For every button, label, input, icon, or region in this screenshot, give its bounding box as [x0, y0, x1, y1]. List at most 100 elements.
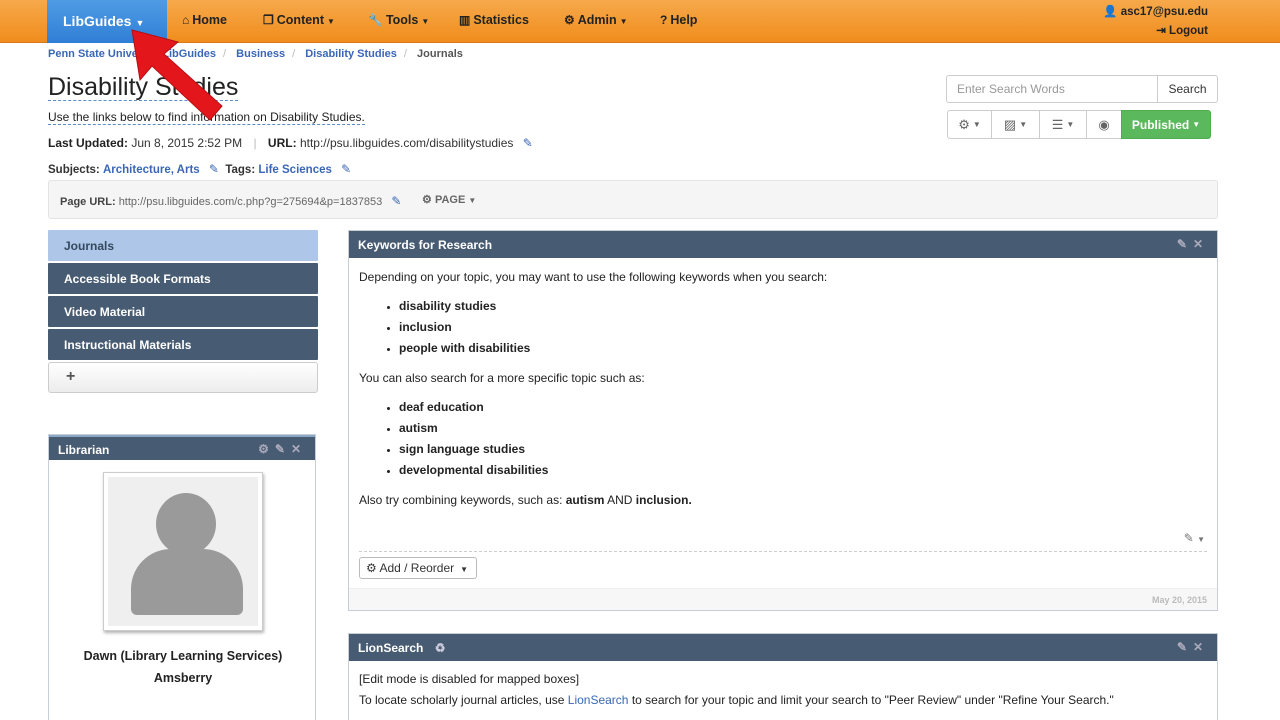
last-updated-value: Jun 8, 2015 2:52 PM [131, 136, 243, 150]
subjects-label: Subjects: [48, 164, 100, 176]
published-label: Published [1131, 117, 1190, 132]
librarian-name-line1: Dawn (Library Learning Services) [83, 649, 283, 663]
caret-down-icon: ▼ [1192, 120, 1201, 129]
pencil-icon[interactable]: ✎ [1177, 640, 1193, 654]
nav-tools[interactable]: 🔧 Tools ▼ [368, 13, 429, 27]
box-footer: May 20, 2015 [349, 588, 1217, 610]
librarian-box: Librarian ⚙✎✕ Dawn (Library Learning Ser… [48, 434, 316, 720]
list-item: people with disabilities [399, 338, 1207, 359]
nav-admin-label: Admin [577, 13, 617, 27]
mapped-box-icon: ♻ [434, 641, 446, 655]
red-pointer-arrow-icon [131, 29, 223, 121]
breadcrumb-current: Journals [417, 48, 463, 60]
lionsearch-instructions: To locate scholarly journal articles, us… [359, 693, 1114, 707]
lionsearch-box: LionSearch ♻ ✎✕ [Edit mode is disabled f… [348, 633, 1218, 720]
user-account[interactable]: 👤 asc17@psu.edu [1103, 4, 1208, 18]
edit-url-pencil-icon[interactable]: ✎ [523, 136, 533, 150]
edit-tags-pencil-icon[interactable]: ✎ [341, 162, 351, 176]
page-url-value: http://psu.libguides.com/c.php?g=275694&… [118, 196, 383, 208]
published-status-button[interactable]: Published ▼ [1121, 110, 1211, 139]
keywords-box: Keywords for Research ✎✕ Depending on yo… [348, 230, 1218, 611]
guide-toolbar: ⚙ ▼ ▨ ▼ ☰ ▼ ◉ Published ▼ [947, 110, 1211, 139]
nav-tools-label: Tools [385, 13, 419, 27]
caret-down-icon: ▼ [1019, 120, 1028, 129]
lionsearch-box-title: LionSearch [358, 641, 424, 655]
search-button[interactable]: Search [1157, 75, 1218, 103]
box-date: May 20, 2015 [1151, 595, 1207, 605]
close-icon[interactable]: ✕ [291, 442, 307, 456]
pencil-icon[interactable]: ✎ [275, 442, 291, 456]
tab-journals[interactable]: Journals [48, 230, 318, 261]
gears-icon: ⚙ [422, 194, 432, 206]
guide-url: http://psu.libguides.com/disabilitystudi… [299, 136, 514, 150]
pencil-icon[interactable]: ✎ [1177, 237, 1193, 251]
breadcrumb-link[interactable]: Business [236, 48, 285, 60]
librarian-avatar [103, 472, 263, 631]
nav-help-label: Help [670, 13, 698, 27]
lionsearch-box-body: [Edit mode is disabled for mapped boxes]… [349, 661, 1217, 711]
bar-chart-icon: ▥ [459, 13, 471, 27]
nav-help[interactable]: ? Help [660, 13, 697, 27]
list-item: deaf education [399, 397, 1207, 418]
tab-accessible-book-formats[interactable]: Accessible Book Formats [48, 263, 318, 294]
image-icon: ▨ [1003, 116, 1017, 132]
keywords-box-title: Keywords for Research [358, 238, 493, 252]
add-page-button[interactable]: + [48, 362, 318, 393]
divider [359, 551, 1207, 552]
wrench-icon: 🔧 [368, 13, 383, 27]
nav-statistics[interactable]: ▥ Statistics [459, 13, 529, 27]
last-updated-label: Last Updated: [48, 136, 129, 150]
page-tabs: Journals Accessible Book Formats Video M… [48, 230, 318, 393]
specific-topics-list: deaf education autism sign language stud… [399, 397, 1207, 481]
close-icon[interactable]: ✕ [1193, 640, 1209, 654]
nav-content[interactable]: ❐ Content ▼ [263, 13, 335, 27]
keywords-box-header: Keywords for Research ✎✕ [349, 231, 1217, 258]
nav-statistics-label: Statistics [473, 13, 529, 27]
tab-instructional-materials[interactable]: Instructional Materials [48, 329, 318, 360]
url-label: URL: [267, 136, 297, 150]
admin-icon: ⚙ [564, 13, 575, 27]
page-button-label: PAGE [434, 194, 466, 206]
guide-settings-button[interactable]: ⚙ ▼ [947, 110, 992, 139]
nav-admin[interactable]: ⚙ Admin ▼ [564, 13, 628, 27]
caret-down-icon: ▼ [460, 565, 469, 574]
nav-content-label: Content [276, 13, 324, 27]
edit-content-icon[interactable]: ✎ ▼ [1184, 531, 1205, 545]
edit-subjects-pencil-icon[interactable]: ✎ [209, 162, 219, 176]
tags-label: Tags: [225, 164, 256, 176]
keywords-box-body: Depending on your topic, you may want to… [349, 258, 1217, 507]
guide-meta: Last Updated: Jun 8, 2015 2:52 PM | URL:… [48, 136, 533, 150]
gear-icon: ⚙ [958, 116, 970, 132]
breadcrumb-link[interactable]: Disability Studies [305, 48, 397, 60]
guide-layout-button[interactable]: ☰ ▼ [1039, 110, 1087, 139]
preview-button[interactable]: ◉ [1086, 110, 1122, 139]
caret-down-icon: ▼ [972, 120, 981, 129]
subjects-tags: Subjects: Architecture, Arts ✎ Tags: Lif… [48, 162, 351, 176]
librarian-box-header: Librarian ⚙✎✕ [49, 435, 315, 460]
list-item: inclusion [399, 317, 1207, 338]
list-item: autism [399, 418, 1207, 439]
tab-video-material[interactable]: Video Material [48, 296, 318, 327]
logout-label: Logout [1169, 25, 1208, 37]
add-reorder-button[interactable]: ⚙ Add / Reorder ▼ [359, 557, 478, 579]
lionsearch-link[interactable]: LionSearch [568, 693, 629, 707]
edit-disabled-note: [Edit mode is disabled for mapped boxes] [359, 672, 580, 686]
list-item: sign language studies [399, 439, 1207, 460]
guide-image-button[interactable]: ▨ ▼ [991, 110, 1040, 139]
list-item: disability studies [399, 296, 1207, 317]
subjects-links[interactable]: Architecture, Arts [103, 164, 200, 176]
combine-keywords-text: Also try combining keywords, such as: au… [359, 493, 692, 507]
logout-link[interactable]: ⇥ Logout [1156, 23, 1208, 37]
eye-icon: ◉ [1098, 116, 1110, 132]
page-options-button[interactable]: ⚙ PAGE ▼ [422, 193, 476, 206]
gear-icon[interactable]: ⚙ [258, 442, 275, 456]
keywords-mid-text: You can also search for a more specific … [359, 371, 645, 385]
caret-down-icon: ▼ [421, 17, 430, 26]
tags-link[interactable]: Life Sciences [258, 164, 332, 176]
keywords-list: disability studies inclusion people with… [399, 296, 1207, 359]
list-item: developmental disabilities [399, 460, 1207, 481]
search-input[interactable] [946, 75, 1158, 103]
close-icon[interactable]: ✕ [1193, 237, 1209, 251]
edit-page-url-pencil-icon[interactable]: ✎ [391, 194, 401, 208]
user-icon: 👤 [1103, 6, 1118, 18]
